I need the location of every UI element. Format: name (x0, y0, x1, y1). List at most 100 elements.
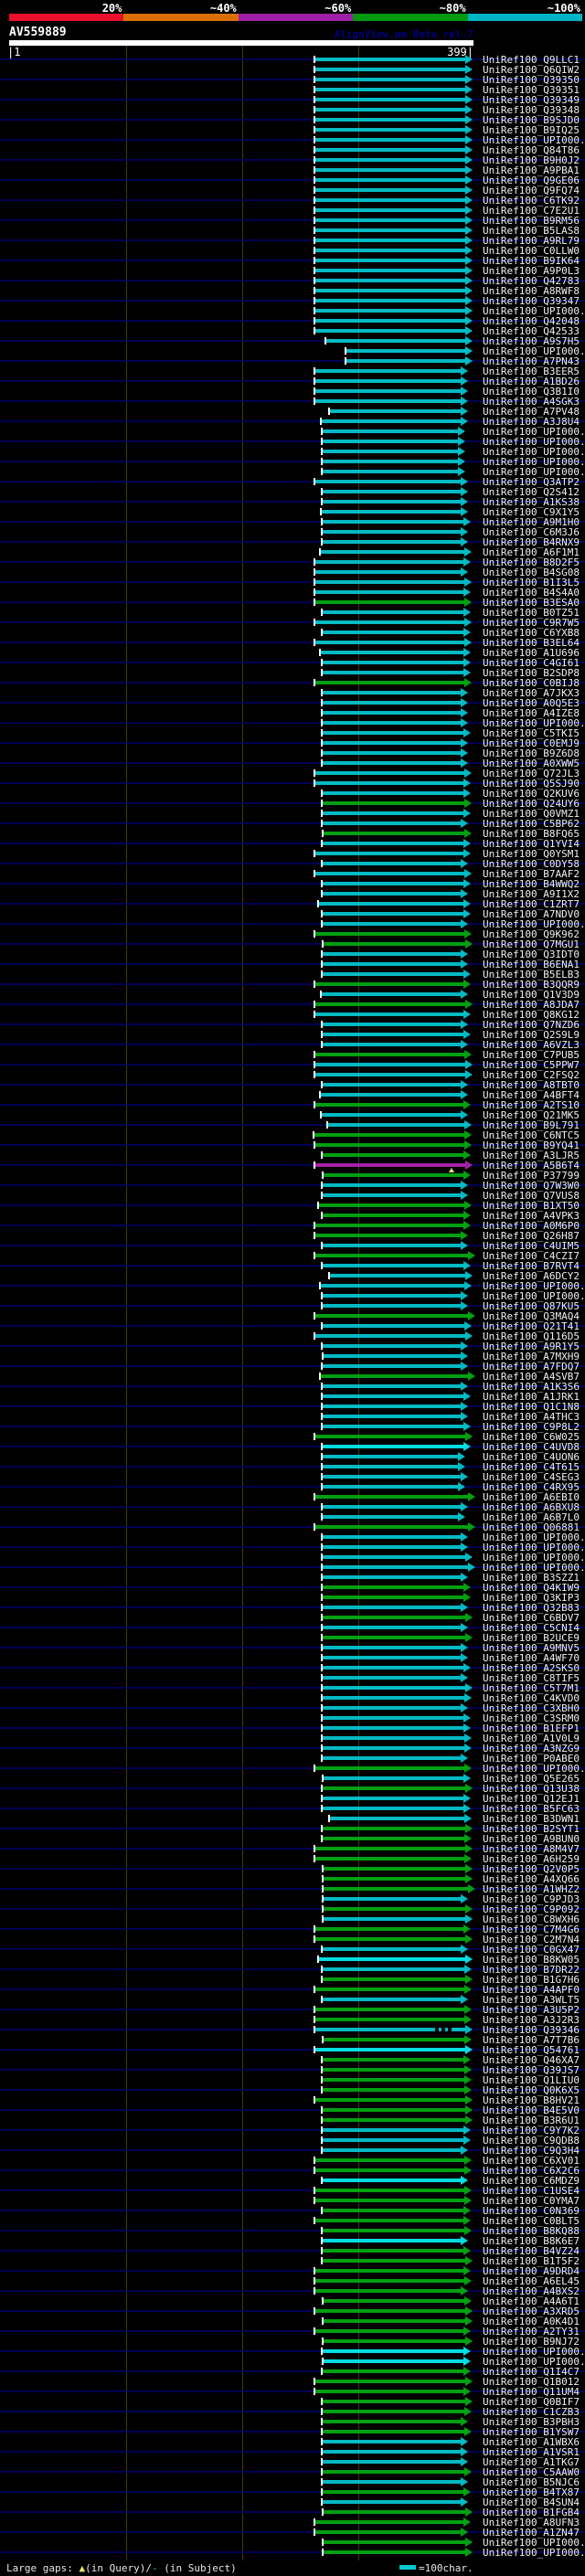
start-tick (321, 458, 324, 465)
arrow-right-icon (463, 1804, 471, 1813)
arrow-right-icon (465, 1161, 473, 1170)
alignment-bar (322, 912, 463, 916)
start-tick (321, 2177, 324, 2184)
arrow-right-icon (465, 296, 473, 305)
arrow-right-icon (460, 2437, 468, 2446)
alignment-bar (322, 922, 461, 926)
start-tick (321, 1785, 324, 1792)
start-tick (314, 186, 316, 194)
alignment-bar (314, 399, 461, 403)
start-tick (327, 408, 330, 415)
alignment-bar (322, 1726, 463, 1730)
ruler-end-label: 399| (447, 46, 473, 58)
alignment-bar (314, 2390, 463, 2393)
arrow-right-icon (460, 1301, 468, 1310)
start-tick (314, 1011, 316, 1018)
start-tick (314, 2157, 316, 2164)
alignment-bar (322, 1465, 459, 1468)
identity-scale-tick-label: 20% (101, 2, 122, 15)
alignment-bar (314, 1525, 468, 1529)
start-tick (314, 76, 316, 83)
start-tick (314, 166, 316, 174)
start-tick (314, 367, 316, 375)
arrow-right-icon (463, 1583, 471, 1592)
arrow-right-icon (465, 346, 473, 355)
start-tick (321, 1182, 324, 1189)
arrow-right-icon (460, 2447, 468, 2456)
alignment-bar (322, 1294, 461, 1298)
arrow-right-icon (460, 1362, 468, 1371)
arrow-right-icon (465, 306, 473, 315)
start-tick (314, 981, 316, 988)
arrow-right-icon (458, 467, 466, 476)
arrow-right-icon (458, 1452, 466, 1461)
alignment-bar (314, 188, 466, 192)
arrow-right-icon (458, 457, 466, 466)
start-tick (314, 146, 316, 154)
start-tick (321, 669, 324, 676)
start-tick (314, 287, 316, 294)
alignment-bar (323, 1776, 463, 1780)
alignment-bar (322, 1595, 463, 1599)
alignment-bar (322, 661, 463, 664)
start-tick (314, 156, 316, 164)
arrow-right-icon (465, 95, 473, 104)
arrow-right-icon (463, 1733, 472, 1743)
arrow-right-icon (460, 1623, 468, 1632)
alignment-bar (314, 1857, 464, 1860)
start-tick (314, 387, 316, 395)
start-tick (314, 2026, 316, 2033)
alignment-bar (314, 2199, 464, 2202)
arrow-right-icon (460, 718, 468, 727)
alignment-bar (314, 771, 464, 775)
arrow-right-icon (467, 1311, 475, 1320)
alignment-bar (320, 1113, 461, 1117)
arrow-right-icon (460, 477, 468, 486)
start-tick (314, 86, 316, 93)
alignment-bar (318, 1957, 466, 1961)
arrow-right-icon (463, 2085, 472, 2094)
start-tick (314, 307, 316, 314)
arrow-right-icon (467, 1884, 475, 1893)
arrow-right-icon (460, 1181, 468, 1190)
arrow-right-icon (463, 2166, 472, 2175)
start-tick (322, 2358, 324, 2365)
start-tick (321, 1594, 324, 1601)
alignment-bar (322, 1445, 463, 1448)
arrow-right-icon (460, 1703, 468, 1712)
start-tick (321, 689, 324, 696)
identity-scale-segment (9, 14, 124, 21)
alignment-bar (319, 1093, 461, 1097)
arrow-right-icon (465, 2507, 473, 2517)
arrow-right-icon (465, 1874, 473, 1883)
arrow-right-icon (460, 1502, 468, 1511)
arrow-right-icon (463, 1744, 472, 1753)
start-tick (321, 890, 324, 897)
arrow-right-icon (463, 2015, 472, 2024)
start-tick (327, 1815, 330, 1822)
start-tick (314, 176, 316, 184)
start-tick (314, 568, 316, 576)
arrow-right-icon (460, 2176, 468, 2185)
start-tick (314, 1071, 316, 1078)
alignment-bar (314, 228, 466, 232)
alignment-bar (323, 942, 466, 946)
start-tick (314, 2016, 316, 2023)
start-tick (327, 1272, 330, 1279)
alignment-bar (322, 1384, 461, 1388)
start-tick (314, 1312, 316, 1320)
alignment-bar (314, 1133, 464, 1137)
start-tick (319, 991, 322, 998)
alignment-bar (314, 2098, 466, 2102)
alignment-bar (322, 1756, 461, 1760)
arrow-right-icon (463, 608, 471, 617)
start-tick (321, 2458, 324, 2465)
arrow-right-icon (465, 1683, 473, 1692)
alignment-bar (322, 741, 461, 745)
start-tick (322, 2508, 324, 2516)
alignment-bar (323, 2038, 464, 2041)
start-tick (321, 1584, 324, 1591)
arrow-right-icon (463, 1723, 471, 1733)
arrow-right-icon (463, 547, 472, 557)
alignment-bar (322, 952, 461, 956)
